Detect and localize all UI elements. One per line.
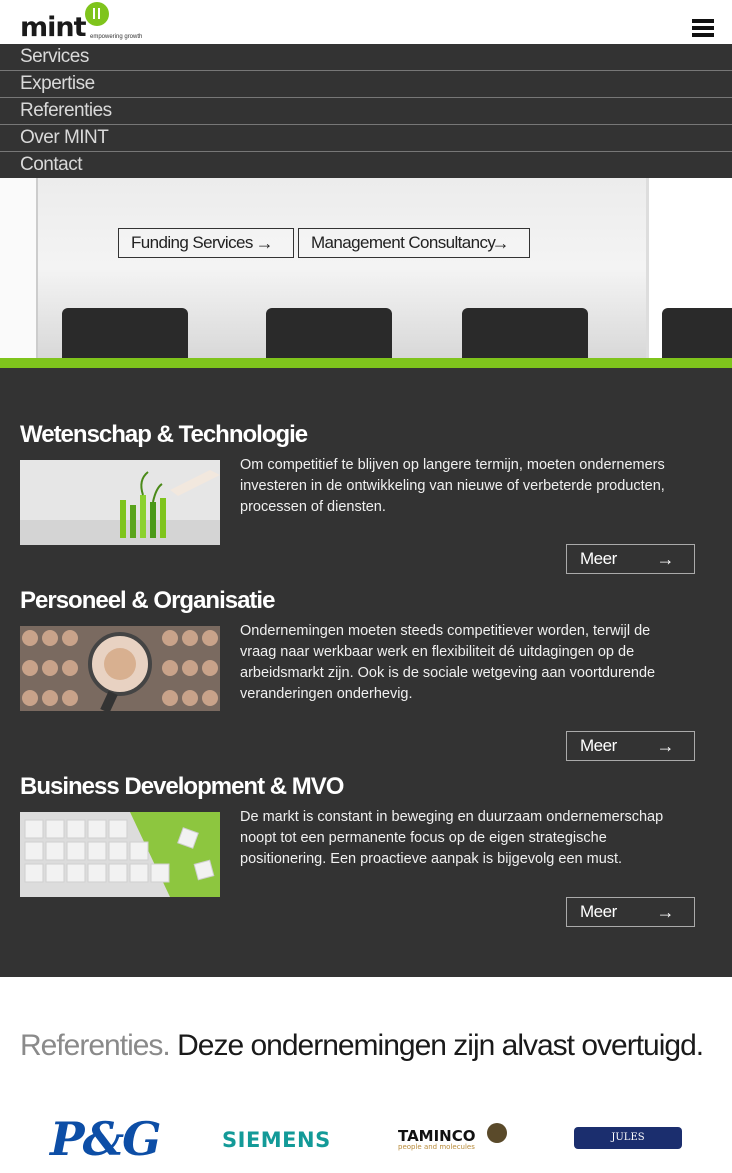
- taminco-logo[interactable]: TAMINCO people and molecules: [398, 1127, 476, 1151]
- arrow-right-icon: →: [656, 549, 675, 569]
- service-business: Business Development & MVO De markt is c…: [20, 772, 720, 897]
- service-description: De markt is constant in beweging en duur…: [240, 809, 664, 867]
- service-wetenschap: Wetenschap & Technologie Om competitief …: [20, 420, 720, 545]
- meer-button[interactable]: Meer →: [566, 731, 695, 761]
- accent-bar: [0, 358, 732, 368]
- service-description: Om competitief te blijven op langere ter…: [240, 457, 665, 515]
- logo-word: mint: [20, 12, 87, 43]
- nav-item-services[interactable]: Services: [0, 44, 732, 71]
- pg-logo[interactable]: P&G: [50, 1112, 161, 1166]
- referenties-section: Referenties. Deze ondernemingen zijn alv…: [0, 977, 732, 1173]
- nav-item-referenties[interactable]: Referenties: [0, 98, 732, 125]
- nav-item-over-mint[interactable]: Over MINT: [0, 125, 732, 152]
- people-faces-image: [20, 626, 220, 711]
- service-description: Ondernemingen moeten steeds competitieve…: [240, 623, 656, 702]
- hero-whiteboard: [0, 178, 38, 358]
- chair: [662, 308, 732, 358]
- chair: [462, 308, 588, 358]
- service-title: Wetenschap & Technologie: [20, 421, 308, 448]
- hamburger-menu-icon[interactable]: [692, 19, 714, 37]
- referenties-title-grey: Referenties.: [20, 1029, 171, 1062]
- management-consultancy-button[interactable]: Management Consultancy →: [298, 228, 530, 258]
- puzzle-image: [20, 812, 220, 897]
- service-personeel: Personeel & Organisatie Ondernemingen mo…: [20, 586, 720, 711]
- arrow-right-icon: →: [255, 233, 274, 253]
- main-nav: Services Expertise Referenties Over MINT…: [0, 44, 732, 179]
- nav-item-contact[interactable]: Contact: [0, 152, 732, 179]
- arrow-right-icon: →: [656, 902, 675, 922]
- meer-button[interactable]: Meer →: [566, 897, 695, 927]
- siemens-logo[interactable]: SIEMENS: [222, 1128, 331, 1152]
- arrow-right-icon: →: [656, 736, 675, 756]
- arrow-right-icon: →: [491, 233, 510, 253]
- nav-item-expertise[interactable]: Expertise: [0, 71, 732, 98]
- funding-services-label: Funding Services: [131, 233, 253, 252]
- funding-services-button[interactable]: Funding Services →: [118, 228, 294, 258]
- jules-destrooper-logo[interactable]: JULES DESTROOPER: [574, 1127, 682, 1165]
- lab-plants-image: [20, 460, 220, 545]
- service-title: Business Development & MVO: [20, 773, 344, 800]
- service-title: Personeel & Organisatie: [20, 587, 275, 614]
- mint-logo[interactable]: mint empowering growth: [20, 2, 160, 44]
- taminco-tagline: people and molecules: [398, 1143, 475, 1151]
- services-section: Wetenschap & Technologie Om competitief …: [0, 368, 732, 977]
- referenties-title: Referenties. Deze ondernemingen zijn alv…: [20, 1029, 704, 1063]
- chair: [62, 308, 188, 358]
- meer-button[interactable]: Meer →: [566, 544, 695, 574]
- logo-leaf-icon: [85, 2, 109, 26]
- hero-banner: Funding Services → Management Consultanc…: [0, 178, 732, 358]
- logo-tagline: empowering growth: [90, 34, 143, 40]
- meer-label: Meer: [580, 902, 617, 921]
- referenties-title-dark: Deze ondernemingen zijn alvast overtuigd…: [177, 1029, 704, 1062]
- meer-label: Meer: [580, 549, 617, 568]
- header: mint empowering growth: [0, 0, 732, 44]
- meer-label: Meer: [580, 736, 617, 755]
- taminco-emblem-icon: [487, 1123, 507, 1143]
- management-consultancy-label: Management Consultancy: [311, 233, 496, 252]
- chair: [266, 308, 392, 358]
